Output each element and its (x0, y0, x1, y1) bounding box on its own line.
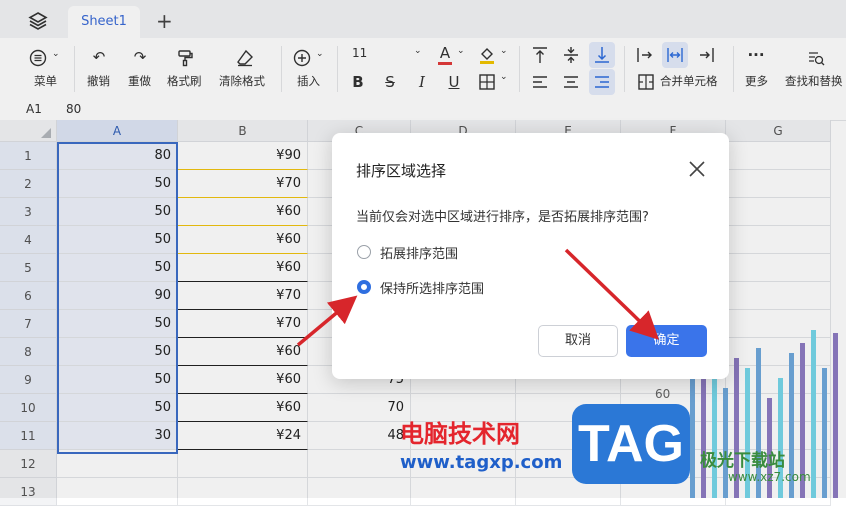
watermark-url: www.tagxp.com (400, 452, 563, 473)
watermark-jg-url: www.xz7.com (728, 470, 811, 484)
arrow-to-keep-option (296, 295, 358, 347)
arrow-to-ok-button (564, 248, 660, 340)
watermark-cn-text: 电脑技术网 (400, 420, 520, 448)
watermark-jg-text: 极光下载站 (700, 451, 785, 471)
watermark-tag-logo: TAG (572, 404, 690, 484)
